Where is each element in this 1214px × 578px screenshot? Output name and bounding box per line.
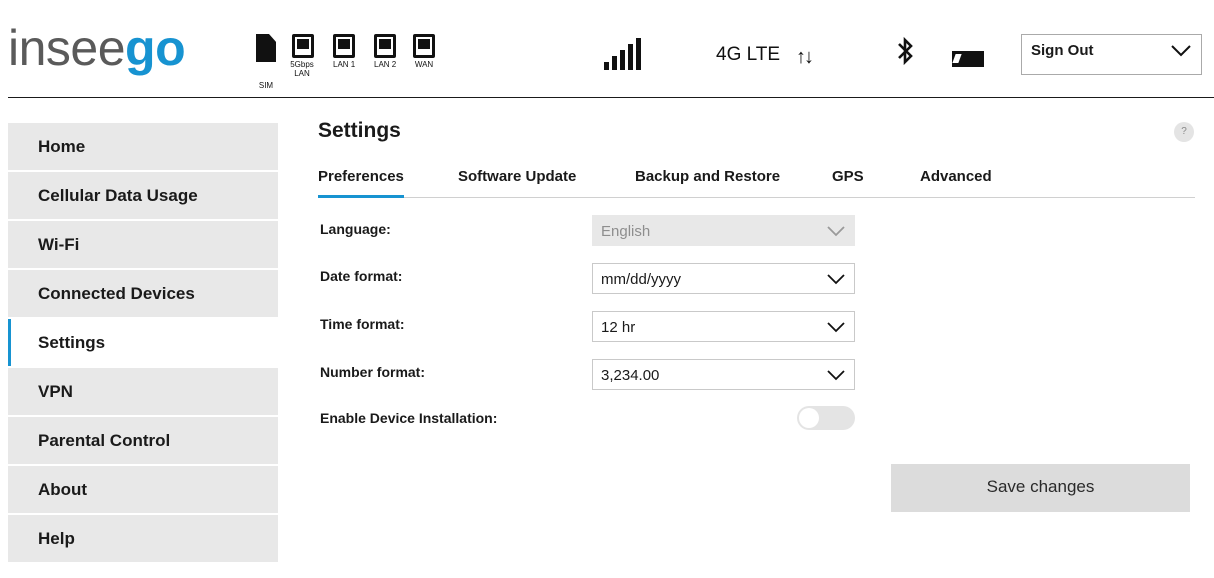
ethernet-port-icon [374, 34, 397, 58]
tab-gps[interactable]: GPS [832, 168, 864, 196]
tab-backup-and-restore[interactable]: Backup and Restore [635, 168, 780, 196]
port-5gbps-lan-label: 5Gbps LAN [290, 60, 314, 78]
sidebar-nav: Home Cellular Data Usage Wi-Fi Connected… [8, 123, 278, 564]
bluetooth-icon [896, 36, 914, 71]
inseego-logo: inseego [8, 18, 186, 78]
ethernet-port-icon [333, 34, 356, 58]
ethernet-port-icon [413, 34, 435, 58]
sidebar-item-connected-devices[interactable]: Connected Devices [8, 270, 278, 317]
logo-text-bold: go [125, 20, 186, 76]
battery-icon [952, 51, 984, 67]
time-format-value: 12 hr [601, 319, 636, 336]
sidebar-item-vpn[interactable]: VPN [8, 368, 278, 415]
port-lan1-label: LAN 1 [333, 60, 356, 69]
time-format-label: Time format: [320, 316, 405, 332]
sidebar-item-about[interactable]: About [8, 466, 278, 513]
sidebar-item-label: Settings [38, 333, 106, 352]
language-label: Language: [320, 221, 391, 237]
data-transfer-icon: ↑↓ [796, 46, 814, 68]
sidebar-item-label: Parental Control [38, 431, 171, 450]
port-5gbps-lan: 5Gbps LAN [290, 34, 314, 78]
sidebar-item-label: Help [38, 529, 75, 548]
tab-advanced[interactable]: Advanced [920, 168, 992, 196]
port-lan1: LAN 1 [333, 34, 355, 69]
language-value: English [601, 223, 651, 240]
number-format-value: 3,234.00 [601, 367, 660, 384]
sim-label: SIM [258, 81, 274, 90]
sign-out-dropdown[interactable]: Sign Out [1021, 34, 1202, 75]
sidebar-item-wifi[interactable]: Wi-Fi [8, 221, 278, 268]
number-format-label: Number format: [320, 364, 426, 380]
sidebar-item-help[interactable]: Help [8, 515, 278, 562]
port-lan2-label: LAN 2 [374, 60, 397, 69]
header: inseego SIM 5Gbps LAN LAN 1 LAN 2 WAN 4G… [0, 0, 1214, 98]
chevron-down-icon [827, 224, 845, 242]
device-installation-toggle[interactable] [797, 406, 855, 430]
toggle-knob [799, 408, 819, 428]
signal-strength-icon [604, 38, 641, 70]
chevron-down-icon [827, 272, 845, 290]
sidebar-item-label: Connected Devices [38, 284, 195, 303]
sidebar-item-label: Home [38, 137, 86, 156]
port-wan: WAN [413, 34, 435, 69]
header-divider [8, 97, 1214, 98]
sidebar-item-cellular-data-usage[interactable]: Cellular Data Usage [8, 172, 278, 219]
sidebar-item-label: Cellular Data Usage [38, 186, 198, 205]
logo-text-light: insee [8, 20, 126, 76]
network-type: 4G LTE [716, 44, 781, 65]
sim-status: SIM [256, 34, 276, 90]
date-format-value: mm/dd/yyyy [601, 271, 682, 288]
tab-software-update[interactable]: Software Update [458, 168, 576, 196]
save-changes-button[interactable]: Save changes [891, 464, 1190, 512]
sidebar-item-label: About [38, 480, 88, 499]
page-title: Settings [318, 119, 401, 142]
ethernet-port-icon [291, 34, 314, 58]
sim-card-icon [256, 34, 276, 62]
sign-out-label: Sign Out [1031, 42, 1094, 59]
device-installation-label: Enable Device Installation: [320, 410, 498, 426]
sidebar-item-settings[interactable]: Settings [8, 319, 278, 366]
sidebar-item-label: Wi-Fi [38, 235, 80, 254]
date-format-select[interactable]: mm/dd/yyyy [592, 263, 855, 294]
port-wan-label: WAN [414, 60, 434, 69]
sidebar-item-home[interactable]: Home [8, 123, 278, 170]
time-format-select[interactable]: 12 hr [592, 311, 855, 342]
help-icon[interactable]: ? [1174, 122, 1194, 142]
chevron-down-icon [827, 320, 845, 338]
port-lan2: LAN 2 [374, 34, 396, 69]
chevron-down-icon [827, 368, 845, 386]
tab-preferences[interactable]: Preferences [318, 168, 404, 198]
sidebar-item-label: VPN [38, 382, 73, 401]
date-format-label: Date format: [320, 268, 403, 284]
sidebar-item-parental-control[interactable]: Parental Control [8, 417, 278, 464]
number-format-select[interactable]: 3,234.00 [592, 359, 855, 390]
settings-tabs: Preferences Software Update Backup and R… [318, 168, 1195, 198]
chevron-down-icon [1171, 44, 1191, 63]
language-select[interactable]: English [592, 215, 855, 246]
